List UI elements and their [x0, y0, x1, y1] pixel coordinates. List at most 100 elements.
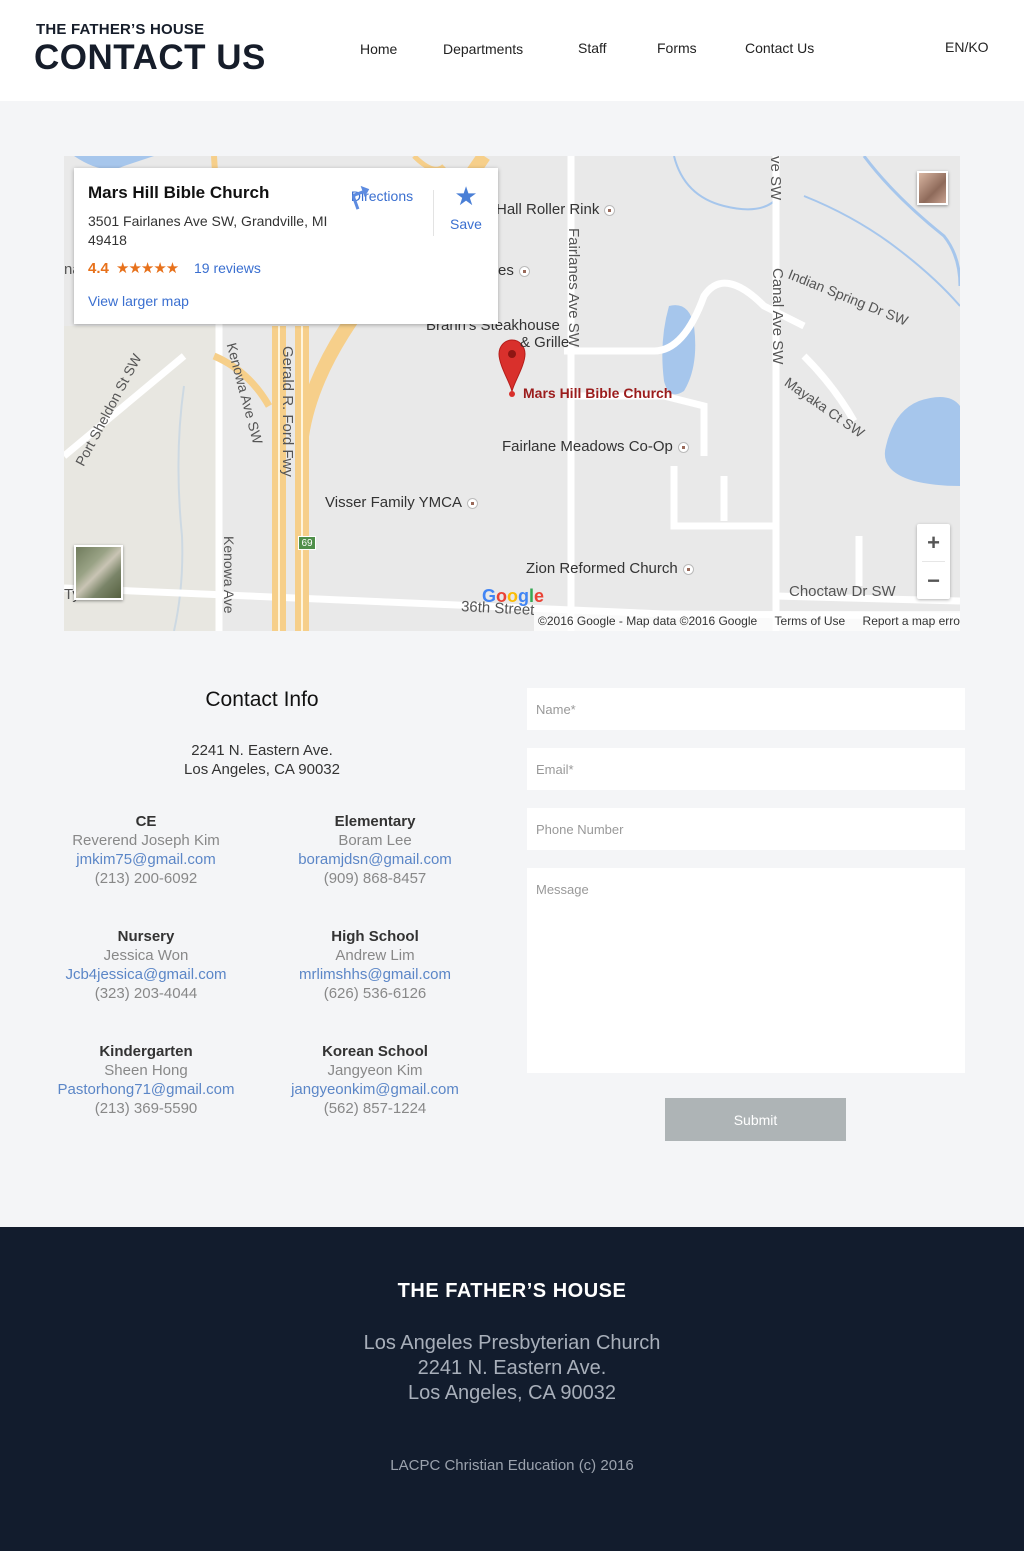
department-contact: Jangyeon Kim	[327, 1062, 423, 1079]
language-toggle[interactable]: EN/KO	[945, 39, 989, 55]
view-larger-map-link[interactable]: View larger map	[88, 293, 189, 309]
fairlane-meadows-text: Fairlane Meadows Co-Op	[502, 438, 673, 455]
department-phone: (213) 369-5590	[94, 1100, 198, 1117]
department-email-link[interactable]: jangyeonkim@gmail.com	[260, 1080, 490, 1099]
nav-home[interactable]: Home	[360, 41, 397, 57]
department-email-link[interactable]: boramjdsn@gmail.com	[260, 850, 490, 869]
email-input[interactable]	[527, 748, 965, 790]
page-title: CONTACT US	[34, 38, 266, 77]
map-info-card: Mars Hill Bible Church 3501 Fairlanes Av…	[74, 168, 498, 324]
place-name: Mars Hill Bible Church	[88, 183, 270, 202]
footer-copyright: LACPC Christian Education (c) 2016	[390, 1457, 634, 1474]
footer-title: THE FATHER’S HOUSE	[397, 1280, 627, 1302]
contact-address-line-2: Los Angeles, CA 90032	[184, 761, 340, 778]
department-name: Korean School	[322, 1043, 428, 1060]
reviews-link[interactable]: 19 reviews	[194, 260, 261, 276]
ymca-text: Visser Family YMCA	[325, 494, 462, 511]
map-label-fairlane-meadows: Fairlane Meadows Co-Op	[502, 438, 688, 455]
message-textarea[interactable]	[527, 868, 965, 1073]
department-name: Elementary	[334, 813, 416, 830]
map-attribution-bar: ©2016 Google - Map data ©2016 Google Ter…	[534, 611, 960, 631]
church-icon	[683, 564, 693, 574]
department-name: CE	[135, 813, 157, 830]
poi-icon	[605, 205, 615, 215]
department-elementary: Elementary Boram Lee boramjdsn@gmail.com…	[260, 812, 490, 888]
rating-stars-icon: ★★★★★	[116, 260, 179, 277]
map-label-zion: Zion Reformed Church	[526, 560, 693, 577]
star-icon: ★	[454, 181, 478, 211]
department-nursery: Nursery Jessica Won Jcb4jessica@gmail.co…	[31, 927, 261, 1003]
nav-forms[interactable]: Forms	[657, 40, 697, 56]
poi-icon	[519, 266, 529, 276]
contact-info-heading: Contact Info	[205, 688, 319, 711]
satellite-toggle[interactable]	[74, 545, 123, 600]
department-email-link[interactable]: mrlimshhs@gmail.com	[260, 965, 490, 984]
department-phone: (213) 200-6092	[94, 870, 198, 887]
department-ce: CE Reverend Joseph Kim jmkim75@gmail.com…	[31, 812, 261, 888]
department-contact: Jessica Won	[103, 947, 189, 964]
phone-input[interactable]	[527, 808, 965, 850]
report-map-error-link[interactable]: Report a map error	[863, 614, 960, 628]
department-name: Nursery	[117, 928, 175, 945]
department-email-link[interactable]: Pastorhong71@gmail.com	[31, 1080, 261, 1099]
department-contact: Reverend Joseph Kim	[72, 832, 220, 849]
map-label-gerald-ford-fwy: Gerald R. Ford Fwy	[279, 346, 296, 477]
street-photo-thumbnail[interactable]	[917, 171, 948, 205]
place-address: 3501 Fairlanes Ave SW, Grandville, MI 49…	[88, 213, 328, 248]
map-label-canal-ave: Canal Ave SW	[769, 268, 786, 365]
google-logo: Google	[482, 586, 545, 606]
terms-of-use-link[interactable]: Terms of Use	[775, 614, 846, 628]
department-phone: (323) 203-4044	[94, 985, 198, 1002]
map-label-grille: & Grille	[520, 334, 570, 351]
department-email-link[interactable]: Jcb4jessica@gmail.com	[31, 965, 261, 984]
department-high-school: High School Andrew Lim mrlimshhs@gmail.c…	[260, 927, 490, 1003]
nav-contact-us[interactable]: Contact Us	[745, 40, 814, 56]
save-label: Save	[450, 216, 482, 232]
department-korean-school: Korean School Jangyeon Kim jangyeonkim@g…	[260, 1042, 490, 1118]
directions-button[interactable]: Directions	[346, 182, 418, 210]
department-contact: Sheen Hong	[104, 1062, 188, 1079]
save-button[interactable]: ★ Save	[444, 182, 488, 232]
department-name: Kindergarten	[99, 1043, 193, 1060]
nav-departments[interactable]: Departments	[443, 41, 523, 57]
highway-shield: 69	[298, 536, 316, 550]
nav-staff[interactable]: Staff	[578, 40, 607, 56]
embedded-map[interactable]: Hall Roller Rink es Brann's Steakhouse &…	[64, 156, 960, 631]
footer-church-name: Los Angeles Presbyterian Church	[363, 1332, 661, 1354]
map-label-choctaw: Choctaw Dr SW	[789, 583, 896, 600]
department-email-link[interactable]: jmkim75@gmail.com	[31, 850, 261, 869]
department-name: High School	[331, 928, 419, 945]
department-kindergarten: Kindergarten Sheen Hong Pastorhong71@gma…	[31, 1042, 261, 1118]
footer-address-line-1: 2241 N. Eastern Ave.	[417, 1357, 607, 1379]
department-phone: (562) 857-1224	[323, 1100, 427, 1117]
map-label-kenowa-2: Kenowa Ave	[221, 536, 237, 614]
zoom-in-button[interactable]: +	[917, 524, 950, 561]
map-label-es: es	[498, 262, 529, 279]
contact-address-line-1: 2241 N. Eastern Ave.	[191, 742, 333, 759]
card-divider	[433, 190, 434, 236]
map-label-ve-sw: ve SW	[767, 156, 784, 201]
zion-text: Zion Reformed Church	[526, 560, 678, 577]
name-input[interactable]	[527, 688, 965, 730]
department-phone: (909) 868-8457	[323, 870, 427, 887]
footer-address-line-2: Los Angeles, CA 90032	[408, 1382, 616, 1404]
map-data-text: ©2016 Google - Map data ©2016 Google	[538, 614, 758, 628]
department-contact: Boram Lee	[338, 832, 412, 849]
place-rating: 4.4	[88, 260, 109, 277]
site-header: THE FATHER’S HOUSE CONTACT US Home Depar…	[0, 0, 1024, 101]
es-text: es	[498, 262, 514, 279]
brand-name[interactable]: THE FATHER’S HOUSE	[36, 21, 204, 38]
department-contact: Andrew Lim	[335, 947, 415, 964]
map-label-ymca: Visser Family YMCA	[325, 494, 477, 511]
department-phone: (626) 536-6126	[323, 985, 427, 1002]
map-label-roller-rink: Hall Roller Rink	[496, 201, 615, 218]
map-label-fairlanes-ave: Fairlanes Ave SW	[565, 228, 582, 347]
site-footer: THE FATHER’S HOUSE Los Angeles Presbyter…	[0, 1227, 1024, 1551]
poi-icon	[467, 498, 477, 508]
roller-rink-text: Hall Roller Rink	[496, 201, 600, 218]
poi-icon	[678, 442, 688, 452]
submit-button[interactable]: Submit	[665, 1098, 846, 1141]
map-marker-label[interactable]: Mars Hill Bible Church	[523, 385, 672, 401]
zoom-controls: + −	[917, 524, 950, 599]
zoom-out-button[interactable]: −	[917, 562, 950, 599]
